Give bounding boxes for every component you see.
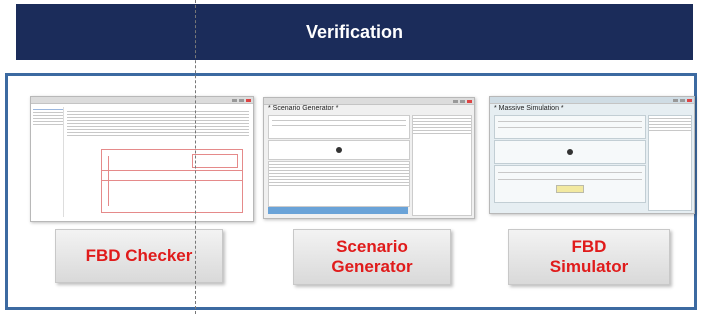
generate-button[interactable] [268,207,408,214]
fbd-simulator-label-text: FBD Simulator [549,237,629,276]
fbd-simulator-screenshot[interactable]: * Massive Simulation * [489,96,695,214]
window-title: * Massive Simulation * [494,105,564,112]
print-list-group [268,140,410,160]
input-variables-table [268,161,410,207]
simulation-group [494,165,646,203]
print-list-group [494,140,646,164]
log-panel [412,115,472,216]
simulation-button[interactable] [556,185,584,193]
window-title: * Scenario Generator * [268,105,339,112]
window-titlebar [264,98,474,105]
close-icon[interactable] [246,98,251,102]
log-panel [648,115,692,211]
fbd-checker-label[interactable]: FBD Checker [55,229,223,283]
dashed-divider [195,0,196,314]
fbd-diagram [101,149,243,213]
scenario-generator-label-text: Scenario Generator [331,237,413,276]
tree-panel [33,107,64,217]
close-icon[interactable] [467,99,472,103]
model-input-group [494,115,646,139]
banner-title: Verification [305,21,404,42]
fbd-checker-screenshot[interactable] [30,96,254,222]
verification-banner: Verification [16,4,693,60]
model-input-group [268,115,410,139]
close-icon[interactable] [687,98,692,102]
window-titlebar [490,97,694,104]
scenario-generator-label[interactable]: Scenario Generator [293,229,451,285]
scenario-generator-screenshot[interactable]: * Scenario Generator * [263,97,475,219]
fbd-checker-label-text: FBD Checker [85,246,193,265]
fbd-simulator-label[interactable]: FBD Simulator [508,229,670,285]
window-titlebar [31,97,253,104]
